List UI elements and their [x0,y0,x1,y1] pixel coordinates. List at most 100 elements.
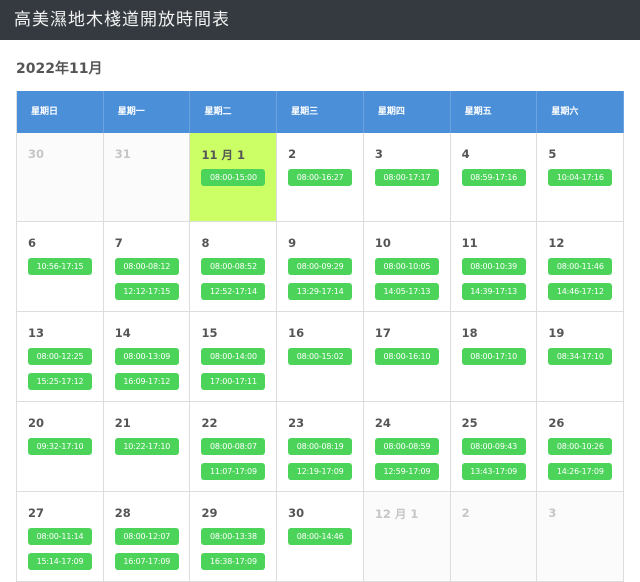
opening-hours-event[interactable]: 10:56-17:15 [28,258,92,275]
opening-hours-event[interactable]: 08:00-08:52 [201,258,266,275]
opening-hours-event[interactable]: 08:00-15:00 [201,169,266,186]
day-number: 28 [114,506,131,520]
day-cell[interactable]: 26 08:00-10:26 14:26-17:09 [537,402,625,491]
day-cell[interactable]: 6 10:56-17:15 [17,222,104,311]
day-cell[interactable]: 8 08:00-08:52 12:52-17:14 [190,222,278,311]
opening-hours-event[interactable]: 14:05-17:13 [374,283,439,300]
opening-hours-event[interactable]: 08:00-08:07 [201,438,266,455]
day-number: 2 [461,506,470,520]
opening-hours-event[interactable]: 08:00-10:39 [461,258,526,275]
opening-hours-event[interactable]: 15:25-17:12 [28,373,92,390]
opening-hours-event[interactable]: 08:00-08:12 [114,258,179,275]
opening-hours-event[interactable]: 08:00-11:14 [28,528,92,545]
day-number: 16 [288,326,305,340]
opening-hours-event[interactable]: 08:00-17:10 [461,348,526,365]
day-cell[interactable]: 5 10:04-17:16 [537,133,625,221]
day-cell[interactable]: 19 08:34-17:10 [537,312,625,401]
opening-hours-event[interactable]: 08:00-13:09 [114,348,179,365]
opening-hours-event[interactable]: 14:46-17:12 [548,283,613,300]
day-cell[interactable]: 14 08:00-13:09 16:09-17:12 [103,312,191,401]
day-cell[interactable]: 7 08:00-08:12 12:12-17:15 [103,222,191,311]
opening-hours-event[interactable]: 09:32-17:10 [28,438,92,455]
day-number: 2 [288,147,297,161]
day-cell[interactable]: 25 08:00-09:43 13:43-17:09 [450,402,538,491]
opening-hours-event[interactable]: 12:12-17:15 [114,283,179,300]
day-cell[interactable]: 9 08:00-09:29 13:29-17:14 [277,222,364,311]
day-cell[interactable]: 3 08:00-17:17 [363,133,451,221]
day-cell[interactable]: 21 10:22-17:10 [103,402,191,491]
day-cell[interactable]: 2 [450,492,538,581]
day-number: 3 [548,506,557,520]
day-cell[interactable]: 2 08:00-16:27 [277,133,364,221]
day-cell[interactable]: 3 [537,492,625,581]
day-cell[interactable]: 28 08:00-12:07 16:07-17:09 [103,492,191,581]
opening-hours-event[interactable]: 12:59-17:09 [374,463,439,480]
opening-hours-event[interactable]: 15:14-17:09 [28,553,92,570]
day-number: 11 月 1 [201,148,245,162]
opening-hours-event[interactable]: 13:43-17:09 [461,463,526,480]
opening-hours-event[interactable]: 08:00-08:59 [374,438,439,455]
day-cell[interactable]: 4 08:59-17:16 [450,133,538,221]
week-row: 27 08:00-11:14 15:14-17:09 28 08:00-12:07 16:… [17,492,625,582]
opening-hours-event[interactable]: 10:22-17:10 [114,438,179,455]
opening-hours-event[interactable]: 08:00-09:29 [288,258,353,275]
opening-hours-event[interactable]: 08:00-09:43 [461,438,526,455]
day-number: 15 [201,326,218,340]
page-title: 高美濕地木棧道開放時間表 [14,10,230,30]
opening-hours-event[interactable]: 08:00-16:10 [374,348,439,365]
day-cell[interactable]: 29 08:00-13:38 16:38-17:09 [190,492,278,581]
opening-hours-event[interactable]: 12:52-17:14 [201,283,266,300]
day-cell[interactable]: 11 08:00-10:39 14:39-17:13 [450,222,538,311]
opening-hours-event[interactable]: 08:00-12:25 [28,348,92,365]
opening-hours-event[interactable]: 08:59-17:16 [461,169,526,186]
day-cell[interactable]: 24 08:00-08:59 12:59-17:09 [363,402,451,491]
opening-hours-event[interactable]: 08:00-10:05 [374,258,439,275]
opening-hours-event[interactable]: 08:00-14:46 [288,528,353,545]
opening-hours-event[interactable]: 13:29-17:14 [288,283,353,300]
opening-hours-event[interactable]: 14:39-17:13 [461,283,526,300]
day-cell[interactable]: 15 08:00-14:00 17:00-17:11 [190,312,278,401]
day-cell[interactable]: 31 [103,133,191,221]
day-number: 7 [114,236,123,250]
opening-hours-event[interactable]: 08:00-14:00 [201,348,266,365]
weekday-header-tue: 星期二 [190,91,278,133]
day-cell[interactable]: 12 08:00-11:46 14:46-17:12 [537,222,625,311]
day-cell[interactable]: 30 [17,133,104,221]
opening-hours-event[interactable]: 16:09-17:12 [114,373,179,390]
opening-hours-event[interactable]: 08:00-12:07 [114,528,179,545]
opening-hours-event[interactable]: 08:00-17:17 [374,169,439,186]
day-cell[interactable]: 18 08:00-17:10 [450,312,538,401]
day-cell[interactable]: 27 08:00-11:14 15:14-17:09 [17,492,104,581]
opening-hours-event[interactable]: 12:19-17:09 [288,463,353,480]
day-number: 21 [114,416,131,430]
opening-hours-event[interactable]: 08:00-13:38 [201,528,266,545]
week-row: 20 09:32-17:10 21 10:22-17:10 22 08:00-08:07 1… [17,402,625,492]
opening-hours-event[interactable]: 08:00-15:02 [288,348,353,365]
opening-hours-event[interactable]: 10:04-17:16 [548,169,613,186]
day-cell[interactable]: 23 08:00-08:19 12:19-17:09 [277,402,364,491]
day-cell[interactable]: 10 08:00-10:05 14:05-17:13 [363,222,451,311]
opening-hours-event[interactable]: 16:38-17:09 [201,553,266,570]
day-cell[interactable]: 12 月 1 [363,492,451,581]
week-row: 30 31 11 月 1 08:00-15:00 2 08:00-16:27 3 08:00-… [17,133,625,222]
opening-hours-event[interactable]: 16:07-17:09 [114,553,179,570]
day-cell[interactable]: 20 09:32-17:10 [17,402,104,491]
day-cell-today[interactable]: 11 月 1 08:00-15:00 [190,133,278,221]
day-cell[interactable]: 16 08:00-15:02 [277,312,364,401]
day-number: 19 [548,326,565,340]
day-cell[interactable]: 30 08:00-14:46 [277,492,364,581]
opening-hours-event[interactable]: 08:00-11:46 [548,258,613,275]
day-number: 31 [114,147,131,161]
opening-hours-event[interactable]: 08:00-16:27 [288,169,353,186]
opening-hours-event[interactable]: 08:00-10:26 [548,438,613,455]
opening-hours-event[interactable]: 08:34-17:10 [548,348,613,365]
day-number: 29 [201,506,218,520]
day-cell[interactable]: 17 08:00-16:10 [363,312,451,401]
day-cell[interactable]: 13 08:00-12:25 15:25-17:12 [17,312,104,401]
day-cell[interactable]: 22 08:00-08:07 11:07-17:09 [190,402,278,491]
day-number: 30 [28,147,45,161]
opening-hours-event[interactable]: 11:07-17:09 [201,463,266,480]
opening-hours-event[interactable]: 08:00-08:19 [288,438,353,455]
opening-hours-event[interactable]: 17:00-17:11 [201,373,266,390]
opening-hours-event[interactable]: 14:26-17:09 [548,463,613,480]
